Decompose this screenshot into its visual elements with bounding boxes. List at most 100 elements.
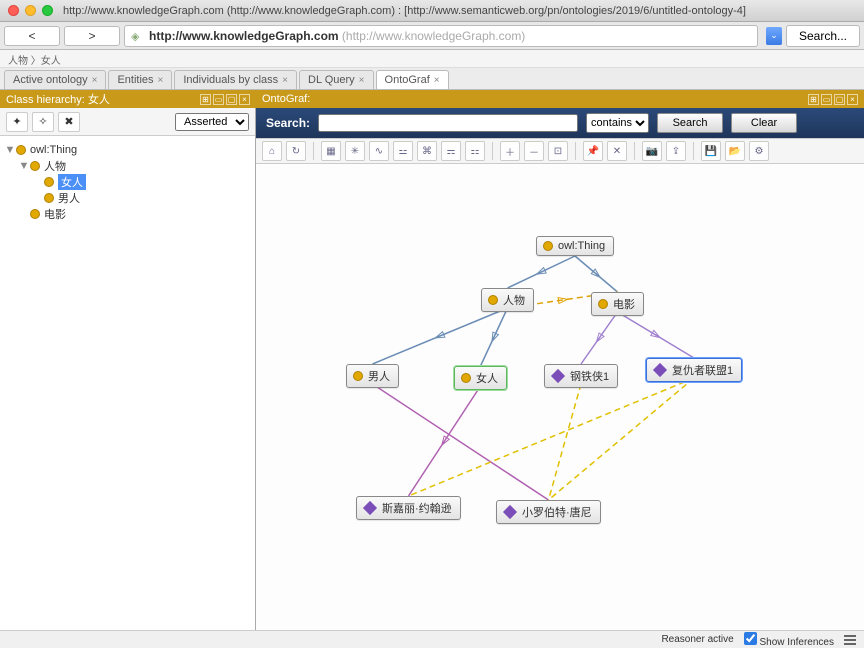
open-icon[interactable]: 📂	[725, 141, 745, 161]
refresh-icon[interactable]: ↻	[286, 141, 306, 161]
panel-close-icon[interactable]: ×	[239, 94, 250, 105]
panel-icon[interactable]: ▢	[226, 94, 237, 105]
delete-button[interactable]: ✖	[58, 112, 80, 132]
tree-node[interactable]: 电影	[4, 206, 251, 222]
layout-vtree-icon[interactable]: ⌘	[417, 141, 437, 161]
layout-grid-icon[interactable]: ▦	[321, 141, 341, 161]
breadcrumb: 人物 〉女人	[0, 50, 864, 68]
save-icon[interactable]: 💾	[701, 141, 721, 161]
graph-node[interactable]: 女人	[454, 366, 507, 390]
tree-label: 男人	[58, 190, 80, 206]
close-window-icon[interactable]	[8, 5, 19, 16]
tab-close-icon[interactable]: ×	[158, 75, 164, 86]
graph-node[interactable]: 电影	[591, 292, 644, 316]
panel-close-icon[interactable]: ×	[847, 94, 858, 105]
right-panel-title: OntoGraf:	[262, 93, 310, 105]
graph-toolbar: ⌂ ↻ ▦ ✳ ∿ ⚍ ⌘ ⚎ ⚏ ＋ － ⊡ 📌 ✕ 📷 ⇪ 💾 📂 ⚙	[256, 138, 864, 164]
tab-ontograf[interactable]: OntoGraf×	[376, 70, 449, 89]
node-label: 男人	[368, 368, 390, 384]
titlebar: http://www.knowledgeGraph.com (http://ww…	[0, 0, 864, 22]
graph-node[interactable]: 男人	[346, 364, 399, 388]
export-icon[interactable]: ⇪	[666, 141, 686, 161]
graph-node[interactable]: 小罗伯特·唐尼	[496, 500, 601, 524]
tab-close-icon[interactable]: ×	[359, 75, 365, 86]
tree-node[interactable]: 男人	[4, 190, 251, 206]
home-icon[interactable]: ⌂	[262, 141, 282, 161]
tab-dl-query[interactable]: DL Query×	[299, 70, 374, 89]
back-button[interactable]: <	[4, 26, 60, 46]
layout-radial-icon[interactable]: ✳	[345, 141, 365, 161]
view-selector[interactable]: Asserted	[175, 113, 249, 131]
class-dot-icon	[543, 241, 553, 251]
class-dot-icon	[44, 177, 54, 187]
camera-icon[interactable]: 📷	[642, 141, 662, 161]
layout-spring-icon[interactable]: ∿	[369, 141, 389, 161]
class-dot-icon	[44, 193, 54, 203]
layout-tree-icon[interactable]: ⚍	[393, 141, 413, 161]
main-area: ✦ ✧ ✖ Asserted ▼owl:Thing▼人物女人男人电影 Searc…	[0, 108, 864, 630]
graph-node[interactable]: 斯嘉丽·约翰逊	[356, 496, 461, 520]
add-sibling-button[interactable]: ✦	[6, 112, 28, 132]
unpin-icon[interactable]: ✕	[607, 141, 627, 161]
panel-icon[interactable]: ▢	[834, 94, 845, 105]
zoom-in-icon[interactable]: ＋	[500, 141, 520, 161]
panel-icon[interactable]: ▭	[213, 94, 224, 105]
panel-icon[interactable]: ▭	[821, 94, 832, 105]
panel-icon[interactable]: ⊞	[808, 94, 819, 105]
individual-diamond-icon	[551, 369, 565, 383]
tree-node[interactable]: 女人	[4, 174, 251, 190]
tab-close-icon[interactable]: ×	[92, 75, 98, 86]
panel-icon[interactable]: ⊞	[200, 94, 211, 105]
clear-button[interactable]: Clear	[731, 113, 797, 133]
search-input[interactable]	[318, 114, 578, 132]
individual-diamond-icon	[653, 363, 667, 377]
graph-node[interactable]: 复仇者联盟1	[646, 358, 742, 382]
nav-search-button[interactable]: Search...	[786, 25, 860, 47]
class-dot-icon	[488, 295, 498, 305]
tab-bar: Active ontology×Entities×Individuals by …	[0, 68, 864, 90]
left-panel-header: Class hierarchy: 女人 ⊞ ▭ ▢ ×	[0, 90, 256, 108]
add-child-button[interactable]: ✧	[32, 112, 54, 132]
zoom-out-icon[interactable]: －	[524, 141, 544, 161]
search-button[interactable]: Search	[657, 113, 723, 133]
graph-canvas[interactable]: owl:Thing 人物 电影男人 女人 钢铁侠1 复仇者联盟1 斯嘉丽·约翰逊 小罗伯特·唐…	[256, 164, 864, 630]
status-bar: Reasoner active Show Inferences	[0, 630, 864, 648]
url-dropdown[interactable]: ⌄	[766, 27, 782, 45]
class-dot-icon	[598, 299, 608, 309]
filter-select[interactable]: contains	[586, 113, 649, 133]
globe-icon: ◈	[131, 30, 143, 42]
show-inferences-toggle[interactable]: Show Inferences	[744, 632, 834, 648]
maximize-window-icon[interactable]	[42, 5, 53, 16]
tab-close-icon[interactable]: ×	[282, 75, 288, 86]
zoom-fit-icon[interactable]: ⊡	[548, 141, 568, 161]
tab-active-ontology[interactable]: Active ontology×	[4, 70, 106, 89]
graph-node[interactable]: 钢铁侠1	[544, 364, 618, 388]
forward-button[interactable]: >	[64, 26, 120, 46]
node-label: owl:Thing	[558, 240, 605, 252]
class-tree[interactable]: ▼owl:Thing▼人物女人男人电影	[0, 136, 255, 630]
graph-node[interactable]: owl:Thing	[536, 236, 614, 256]
menu-icon[interactable]	[844, 635, 856, 645]
tab-close-icon[interactable]: ×	[434, 75, 440, 86]
config-icon[interactable]: ⚙	[749, 141, 769, 161]
graph-node[interactable]: 人物	[481, 288, 534, 312]
tree-node[interactable]: ▼人物	[4, 158, 251, 174]
node-label: 小罗伯特·唐尼	[522, 504, 592, 520]
tab-individuals-by-class[interactable]: Individuals by class×	[174, 70, 297, 89]
tree-label: 女人	[58, 174, 86, 190]
layout-htree-icon[interactable]: ⚎	[441, 141, 461, 161]
left-panel-title: Class hierarchy: 女人	[6, 91, 110, 107]
layout-dag-icon[interactable]: ⚏	[465, 141, 485, 161]
tab-entities[interactable]: Entities×	[108, 70, 172, 89]
pin-icon[interactable]: 📌	[583, 141, 603, 161]
node-label: 斯嘉丽·约翰逊	[382, 500, 452, 516]
url-field[interactable]: ◈ http://www.knowledgeGraph.com (http://…	[124, 25, 758, 47]
asserted-select[interactable]: Asserted	[175, 113, 249, 131]
minimize-window-icon[interactable]	[25, 5, 36, 16]
panel-headers: Class hierarchy: 女人 ⊞ ▭ ▢ × OntoGraf: ⊞ …	[0, 90, 864, 108]
show-inferences-checkbox[interactable]	[744, 632, 757, 645]
node-label: 复仇者联盟1	[672, 362, 733, 378]
class-dot-icon	[461, 373, 471, 383]
class-dot-icon	[30, 209, 40, 219]
tree-node[interactable]: ▼owl:Thing	[4, 142, 251, 158]
